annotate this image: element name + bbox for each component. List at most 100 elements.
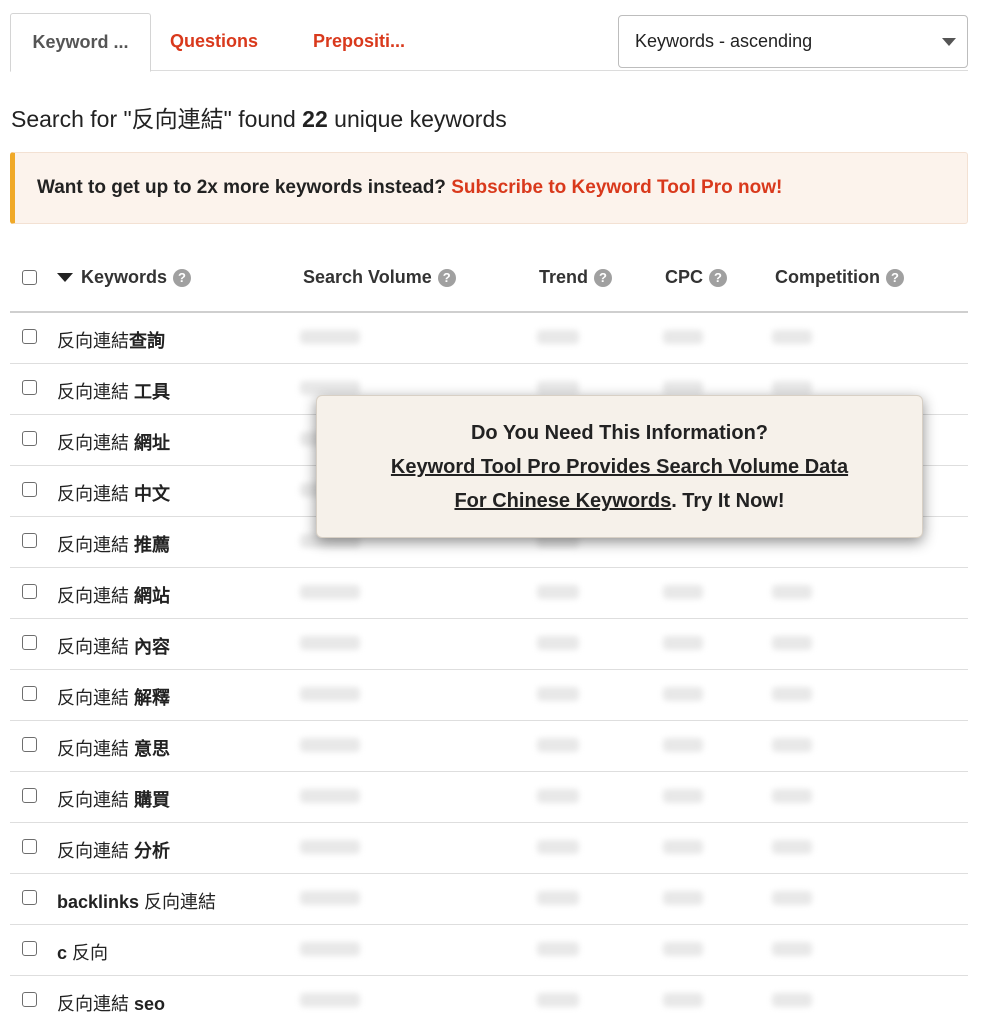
table-row: 反向連結 分析 (10, 823, 968, 874)
row-checkbox[interactable] (22, 329, 37, 344)
blurred-trend (537, 891, 579, 905)
question-circle-icon[interactable]: ? (173, 268, 192, 287)
chevron-down-icon (942, 38, 956, 46)
keyword-cell[interactable]: 反向連結查詢 (57, 327, 165, 353)
keyword-cell[interactable]: 反向連結 工具 (57, 378, 170, 404)
keyword-base: 反向連結 (139, 892, 217, 912)
keyword-extra: 內容 (134, 637, 171, 657)
row-checkbox[interactable] (22, 941, 37, 956)
question-circle-icon[interactable]: ? (594, 268, 613, 287)
table-row: 反向連結 seo (10, 976, 968, 1024)
tab-keyword-suggestions[interactable]: Keyword ... (10, 13, 151, 72)
blurred-trend (537, 840, 579, 854)
keyword-cell[interactable]: 反向連結 意思 (57, 735, 170, 761)
keyword-cell[interactable]: 反向連結 seo (57, 990, 165, 1016)
row-checkbox[interactable] (22, 431, 37, 446)
summary-count: 22 (302, 106, 328, 132)
popup-cta-text: . Try It Now! (671, 490, 785, 512)
row-checkbox[interactable] (22, 380, 37, 395)
blurred-competition (772, 942, 812, 956)
blurred-trend (537, 993, 579, 1007)
upgrade-popup: Do You Need This Information? Keyword To… (316, 395, 923, 538)
blurred-trend (537, 942, 579, 956)
keyword-cell[interactable]: 反向連結 分析 (57, 837, 170, 863)
keyword-base: 反向連結 (57, 484, 135, 504)
col-trend[interactable]: Trend ? (539, 267, 613, 288)
keyword-cell[interactable]: 反向連結 網站 (57, 582, 170, 608)
blurred-cpc (663, 840, 703, 854)
promo-text: Want to get up to 2x more keywords inste… (37, 177, 782, 199)
keyword-extra: 工具 (134, 382, 171, 402)
question-circle-icon[interactable]: ? (886, 268, 904, 287)
keyword-base: 反向連結 (57, 535, 135, 555)
blurred-search-volume (300, 585, 360, 599)
keyword-cell[interactable]: 反向連結 中文 (57, 480, 170, 506)
tab-prepositions[interactable]: Prepositi... (313, 13, 405, 71)
col-keywords[interactable]: Keywords ? (57, 267, 192, 288)
sort-desc-icon[interactable] (57, 273, 73, 282)
keyword-cell[interactable]: 反向連結 網址 (57, 429, 170, 455)
col-search-volume[interactable]: Search Volume ? (303, 267, 456, 288)
table-row: c 反向 (10, 925, 968, 976)
tab-questions[interactable]: Questions (170, 13, 258, 71)
blurred-trend (537, 789, 579, 803)
blurred-cpc (663, 636, 703, 650)
table-header: Keywords ? Search Volume ? Trend ? CPC ?… (10, 253, 968, 313)
keyword-extra: 網站 (134, 586, 171, 606)
table-row: 反向連結查詢 (10, 313, 968, 364)
keyword-extra: 中文 (134, 484, 171, 504)
blurred-trend (537, 738, 579, 752)
blurred-search-volume (300, 942, 360, 956)
keyword-base: 反向連結 (57, 433, 135, 453)
keyword-cell[interactable]: 反向連結 購買 (57, 786, 170, 812)
row-checkbox[interactable] (22, 533, 37, 548)
blurred-cpc (663, 687, 703, 701)
keyword-base: 反向連結 (57, 994, 135, 1014)
blurred-cpc (663, 381, 703, 395)
subscribe-link[interactable]: Subscribe to Keyword Tool Pro now! (451, 177, 782, 198)
table-row: 反向連結 購買 (10, 772, 968, 823)
blurred-search-volume (300, 840, 360, 854)
sort-select[interactable]: Keywords - ascending (618, 15, 968, 68)
row-checkbox[interactable] (22, 482, 37, 497)
row-checkbox[interactable] (22, 839, 37, 854)
question-circle-icon[interactable]: ? (437, 268, 456, 287)
blurred-search-volume (300, 891, 360, 905)
col-cpc[interactable]: CPC ? (665, 267, 728, 288)
blurred-competition (772, 687, 812, 701)
keyword-cell[interactable]: 反向連結 解釋 (57, 684, 170, 710)
row-checkbox[interactable] (22, 890, 37, 905)
col-keywords-label: Keywords (81, 267, 168, 287)
row-checkbox[interactable] (22, 635, 37, 650)
pro-link[interactable]: Keyword Tool Pro Provides Search Volume … (391, 456, 848, 478)
blurred-trend (537, 585, 579, 599)
blurred-search-volume (300, 789, 360, 803)
sort-select-value: Keywords - ascending (635, 31, 813, 51)
blurred-trend (537, 636, 579, 650)
keyword-cell[interactable]: c 反向 (57, 939, 108, 965)
blurred-competition (772, 891, 812, 905)
blurred-trend (537, 687, 579, 701)
keyword-extra: seo (134, 994, 166, 1014)
table-row: 反向連結 意思 (10, 721, 968, 772)
row-checkbox[interactable] (22, 584, 37, 599)
row-checkbox[interactable] (22, 686, 37, 701)
keyword-cell[interactable]: 反向連結 內容 (57, 633, 170, 659)
row-checkbox[interactable] (22, 737, 37, 752)
keyword-extra: backlinks (57, 892, 140, 912)
keyword-cell[interactable]: backlinks 反向連結 (57, 888, 216, 914)
blurred-competition (772, 330, 812, 344)
row-checkbox[interactable] (22, 788, 37, 803)
keyword-cell[interactable]: 反向連結 推薦 (57, 531, 170, 557)
pro-link-continued[interactable]: For Chinese Keywords (454, 490, 671, 512)
blurred-cpc (663, 738, 703, 752)
blurred-cpc (663, 942, 703, 956)
col-competition[interactable]: Competition ? (775, 267, 904, 288)
blurred-competition (772, 840, 812, 854)
blurred-search-volume (300, 687, 360, 701)
summary-suffix: unique keywords (327, 106, 507, 132)
row-checkbox[interactable] (22, 992, 37, 1007)
question-circle-icon[interactable]: ? (709, 268, 728, 287)
select-all-checkbox[interactable] (22, 270, 37, 285)
keyword-base: 反向連結 (57, 331, 129, 351)
